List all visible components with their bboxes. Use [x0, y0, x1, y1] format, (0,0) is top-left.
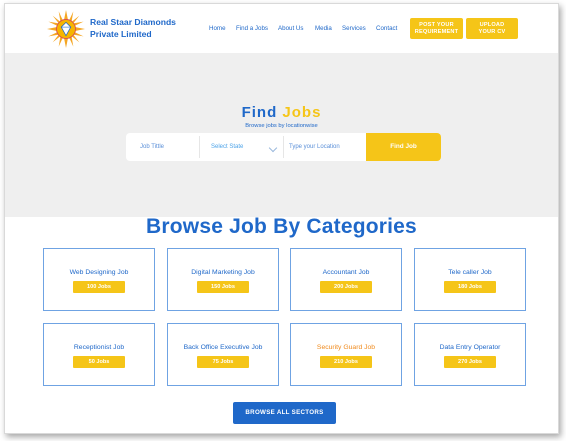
upload-button-line-1: UPLOAD [479, 21, 505, 28]
chevron-down-icon[interactable] [268, 143, 278, 153]
hero-title: Find Jobs [5, 104, 558, 121]
category-name: Security Guard Job [316, 344, 376, 351]
category-card-receptionist[interactable]: Receptionist Job 50 Jobs [43, 323, 155, 386]
category-card-back-office[interactable]: Back Office Executive Job 75 Jobs [167, 323, 279, 386]
page-frame: Real Staar Diamonds Private Limited Home… [4, 3, 559, 434]
search-divider [283, 136, 284, 158]
state-select[interactable]: Select State [211, 133, 243, 161]
brand-line-2: Private Limited [90, 28, 152, 39]
category-card-data-entry[interactable]: Data Entry Operator 270 Jobs [414, 323, 526, 386]
category-card-tele-caller[interactable]: Tele caller Job 180 Jobs [414, 248, 526, 311]
category-name: Tele caller Job [448, 269, 492, 276]
post-button-line-1: POST YOUR [419, 21, 454, 28]
category-card-digital-marketing[interactable]: Digital Marketing Job 150 Jobs [167, 248, 279, 311]
post-button-line-2: REQUIREMENT [414, 28, 459, 35]
category-name: Web Designing Job [69, 269, 129, 276]
nav-contact[interactable]: Contact [376, 25, 397, 32]
categories-title: Browse Job By Categories [146, 215, 417, 238]
hero-title-find: Find [241, 104, 278, 121]
category-name: Digital Marketing Job [191, 269, 255, 276]
search-divider [199, 136, 200, 158]
hero-section: Find Jobs Browse jobs by locationwise Jo… [5, 53, 558, 217]
job-count-badge: 200 Jobs [320, 281, 372, 293]
nav-home[interactable]: Home [209, 25, 226, 32]
nav-find-jobs[interactable]: Find a Jobs [236, 25, 268, 32]
job-count-badge: 270 Jobs [444, 356, 496, 368]
job-count-badge: 100 Jobs [73, 281, 125, 293]
brand-name[interactable]: Real Staar Diamonds Private Limited [90, 17, 205, 40]
job-count-badge: 180 Jobs [444, 281, 496, 293]
category-name: Back Office Executive Job [183, 344, 263, 351]
post-requirement-button[interactable]: POST YOUR REQUIREMENT [410, 18, 463, 39]
job-count-badge: 50 Jobs [73, 356, 125, 368]
find-job-button[interactable]: Find Job [366, 133, 441, 161]
category-name: Accountant Job [322, 269, 370, 276]
upload-cv-button[interactable]: UPLOAD YOUR CV [466, 18, 518, 39]
hero-subtitle: Browse jobs by locationwise [245, 123, 318, 129]
job-count-badge: 210 Jobs [320, 356, 372, 368]
upload-button-line-2: YOUR CV [478, 28, 506, 35]
category-card-security-guard[interactable]: Security Guard Job 210 Jobs [290, 323, 402, 386]
job-count-badge: 75 Jobs [197, 356, 249, 368]
location-input[interactable]: Type your Location [289, 133, 340, 161]
category-card-web-designing[interactable]: Web Designing Job 100 Jobs [43, 248, 155, 311]
job-search-bar: Job Tittle Select State Type your Locati… [126, 133, 441, 161]
category-name: Receptionist Job [73, 344, 125, 351]
job-title-input[interactable]: Job Tittle [140, 133, 164, 161]
hero-title-jobs: Jobs [282, 104, 322, 121]
job-count-badge: 150 Jobs [197, 281, 249, 293]
nav-about-us[interactable]: About Us [278, 25, 303, 32]
sun-logo-icon[interactable] [47, 10, 85, 48]
category-name: Data Entry Operator [439, 344, 501, 351]
site-header: Real Staar Diamonds Private Limited Home… [5, 4, 558, 53]
nav-services[interactable]: Services [342, 25, 366, 32]
browse-all-sectors-button[interactable]: BROWSE ALL SECTORS [233, 402, 336, 424]
category-card-accountant[interactable]: Accountant Job 200 Jobs [290, 248, 402, 311]
brand-line-1: Real Staar Diamonds [90, 17, 176, 27]
nav-media[interactable]: Media [315, 25, 332, 32]
